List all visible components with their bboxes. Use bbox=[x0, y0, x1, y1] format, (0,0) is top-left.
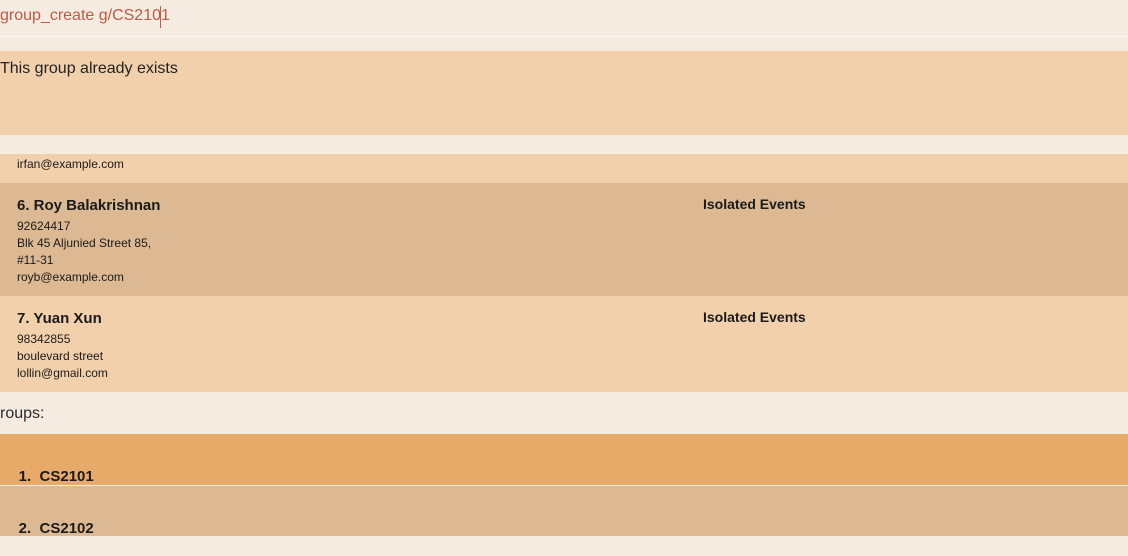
person-email: irfan@example.com bbox=[17, 157, 124, 171]
groups-label: roups: bbox=[0, 405, 45, 422]
person-card[interactable]: 6. Roy Balakrishnan 92624417 Blk 45 Alju… bbox=[0, 183, 1128, 296]
person-email: lollin@gmail.com bbox=[17, 366, 108, 380]
person-list[interactable]: irfan@example.com 6. Roy Balakrishnan 92… bbox=[0, 154, 1128, 392]
person-name: 7. Yuan Xun bbox=[17, 310, 102, 327]
person-group-tag: Isolated Events bbox=[703, 196, 806, 212]
person-card[interactable]: irfan@example.com bbox=[0, 154, 1128, 183]
group-index: 2. bbox=[18, 520, 32, 537]
command-input[interactable]: group_create g/CS2101 bbox=[0, 7, 170, 25]
result-display: This group already exists bbox=[0, 51, 1128, 135]
person-card[interactable]: 7. Yuan Xun 98342855 boulevard street lo… bbox=[0, 296, 1128, 392]
person-address: boulevard street bbox=[17, 349, 104, 363]
group-index: 1. bbox=[18, 468, 32, 485]
group-name: CS2102 bbox=[39, 520, 94, 537]
command-box[interactable]: group_create g/CS2101 bbox=[0, 0, 1128, 37]
person-address: Blk 45 Aljunied Street 85, bbox=[17, 236, 152, 250]
person-address: #11-31 bbox=[17, 253, 54, 267]
group-item-text: 2. CS2102 bbox=[2, 503, 94, 554]
person-group-tag: Isolated Events bbox=[703, 309, 806, 325]
group-name: CS2101 bbox=[39, 468, 94, 485]
person-name: 6. Roy Balakrishnan bbox=[17, 197, 161, 214]
group-list-item[interactable]: 1. CS2101 bbox=[0, 434, 1128, 485]
result-message: This group already exists bbox=[0, 60, 178, 77]
person-email: royb@example.com bbox=[17, 270, 124, 284]
text-caret bbox=[160, 6, 161, 28]
person-phone: 92624417 bbox=[17, 219, 71, 233]
person-phone: 98342855 bbox=[17, 332, 71, 346]
group-list-item[interactable]: 2. CS2102 bbox=[0, 486, 1128, 537]
